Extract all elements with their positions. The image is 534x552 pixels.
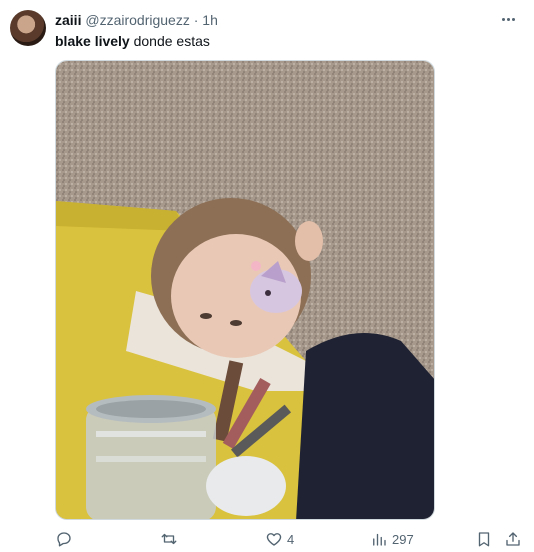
tweet-text: blake lively donde estas: [55, 32, 210, 50]
timestamp[interactable]: 1h: [202, 12, 218, 28]
retweet-icon: [161, 533, 177, 545]
tweet-card[interactable]: zaiii @zzairodriguezz · 1h blake lively …: [0, 0, 534, 552]
user-handle[interactable]: @zzairodriguezz: [85, 12, 189, 28]
tweet-header: zaiii @zzairodriguezz · 1h: [55, 11, 218, 29]
bookmark-button[interactable]: [475, 528, 493, 550]
reply-button[interactable]: [55, 528, 73, 550]
like-count: 4: [287, 531, 295, 547]
views-count: 297: [392, 531, 414, 547]
action-bar: 4 297: [0, 528, 534, 550]
more-options-icon[interactable]: [498, 11, 518, 27]
retweet-button[interactable]: [160, 528, 178, 550]
share-button[interactable]: [504, 528, 522, 550]
reply-icon: [57, 532, 71, 547]
bookmark-icon: [478, 532, 490, 547]
share-icon: [506, 532, 520, 546]
tweet-photo[interactable]: [55, 60, 435, 520]
photo-illustration: [56, 61, 434, 519]
views-button[interactable]: 297: [370, 528, 414, 550]
tweet-text-bold: blake lively: [55, 33, 130, 49]
like-button[interactable]: 4: [265, 528, 294, 550]
display-name[interactable]: zaiii: [55, 12, 81, 28]
tweet-text-rest: donde estas: [129, 33, 210, 49]
avatar[interactable]: [10, 10, 46, 46]
views-bar-chart-icon: [373, 533, 386, 546]
separator-dot: ·: [193, 12, 199, 28]
heart-icon: [266, 533, 282, 546]
